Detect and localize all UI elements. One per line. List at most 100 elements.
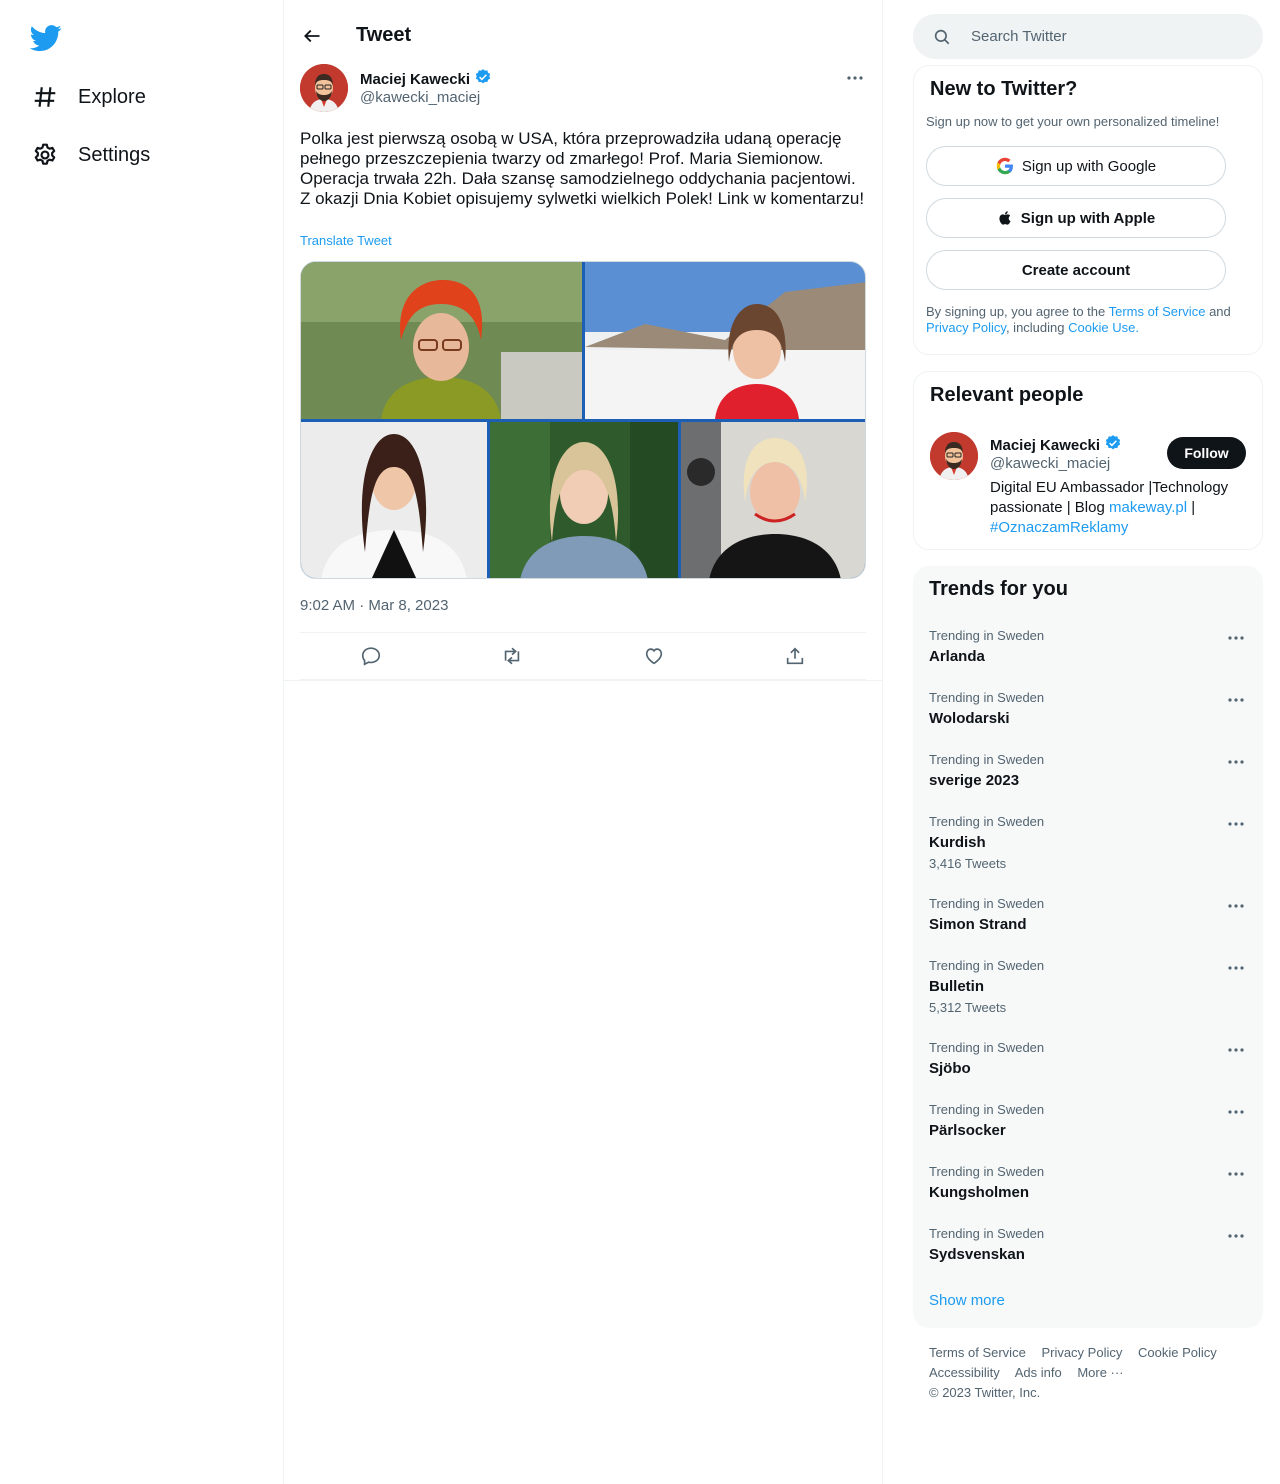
trend-more-button[interactable]: [1225, 690, 1247, 710]
arrow-left-icon: [304, 29, 320, 43]
trend-context: Trending in Sweden: [929, 690, 1045, 705]
signup-subtitle: Sign up now to get your own personalized…: [926, 114, 1220, 129]
tweet-more-button[interactable]: [844, 68, 866, 88]
tweet-actions-bar: [300, 632, 866, 680]
relevant-person-name-text: Maciej Kawecki: [990, 436, 1101, 454]
trend-context: Trending in Sweden: [929, 1164, 1045, 1179]
back-button[interactable]: [298, 22, 326, 50]
retweet-icon: [505, 647, 520, 665]
trend-name: Sjöbo: [929, 1060, 971, 1077]
photo-woman-dark-hair: [301, 422, 487, 578]
photo-woman-blonde-garden: [490, 422, 678, 578]
more-dots-icon: [1228, 1234, 1244, 1238]
trend-context: Trending in Sweden: [929, 1226, 1045, 1241]
trend-context: Trending in Sweden: [929, 814, 1045, 829]
trend-more-button[interactable]: [1225, 752, 1247, 772]
trend-context: Trending in Sweden: [929, 958, 1045, 973]
share-icon: [787, 647, 804, 665]
trend-name: Pärlsocker: [929, 1122, 1006, 1139]
relevant-person-bio: Digital EU Ambassador |Technology passio…: [990, 478, 1250, 538]
more-dots-icon: [1228, 1172, 1244, 1176]
trend-name: Kungsholmen: [929, 1184, 1029, 1201]
terms-including: , including: [1005, 320, 1065, 335]
trend-more-button[interactable]: [1225, 958, 1247, 978]
like-button[interactable]: [637, 639, 671, 673]
nav-settings[interactable]: Settings: [30, 135, 150, 175]
bio-separator: |: [1191, 499, 1196, 516]
trend-name: Sydsvenskan: [929, 1246, 1025, 1263]
trend-context: Trending in Sweden: [929, 896, 1045, 911]
author-handle[interactable]: @kawecki_maciej: [360, 89, 480, 106]
bio-hashtag[interactable]: #OznaczamReklamy: [990, 519, 1128, 536]
signup-apple-button[interactable]: Sign up with Apple: [926, 198, 1226, 238]
more-dots-icon: [847, 76, 863, 80]
cookie-use-link[interactable]: Cookie Use.: [1068, 320, 1139, 335]
more-dots-icon: [1228, 636, 1244, 640]
verified-badge-icon: [1104, 434, 1122, 456]
tweet-media-collage[interactable]: [300, 261, 866, 579]
search-icon: [933, 28, 951, 46]
more-dots-icon: [1228, 966, 1244, 970]
search-input[interactable]: [971, 28, 1231, 45]
create-account-button[interactable]: Create account: [926, 250, 1226, 290]
nav-explore[interactable]: Explore: [30, 77, 146, 117]
page-title: Tweet: [356, 24, 412, 46]
author-name-text: Maciej Kawecki: [360, 70, 471, 88]
reply-icon: [361, 647, 380, 666]
relevant-person-avatar[interactable]: [930, 432, 978, 480]
bio-link[interactable]: makeway.pl: [1109, 499, 1187, 516]
trend-more-button[interactable]: [1225, 1226, 1247, 1246]
page-header: Tweet: [284, 0, 882, 72]
reply-button[interactable]: [354, 639, 388, 673]
relevant-people-title: Relevant people: [930, 384, 1084, 406]
trend-more-button[interactable]: [1225, 1102, 1247, 1122]
trend-tweet-count: 5,312 Tweets: [929, 1000, 1007, 1015]
trend-more-button[interactable]: [1225, 1040, 1247, 1060]
trend-name: Wolodarski: [929, 710, 1010, 727]
tweet-text: Polka jest pierwszą osobą w USA, która p…: [300, 129, 865, 208]
author-avatar[interactable]: [300, 64, 348, 112]
signup-title: New to Twitter?: [930, 78, 1078, 100]
show-more-link[interactable]: Show more: [929, 1292, 1005, 1309]
trend-more-button[interactable]: [1225, 896, 1247, 916]
trend-name: Arlanda: [929, 648, 985, 665]
terms-and: and: [1209, 304, 1231, 319]
more-dots-icon: [1228, 1048, 1244, 1052]
verified-badge-icon: [474, 68, 492, 90]
share-button[interactable]: [778, 639, 812, 673]
footer-more-link[interactable]: More ···: [1077, 1365, 1123, 1380]
footer-terms-link[interactable]: Terms of Service: [929, 1345, 1026, 1360]
gear-icon: [30, 140, 60, 170]
search-box[interactable]: [913, 14, 1263, 59]
footer-accessibility-link[interactable]: Accessibility: [929, 1365, 1000, 1380]
footer-ads-link[interactable]: Ads info: [1015, 1365, 1062, 1380]
apple-icon: [997, 209, 1013, 227]
twitter-logo-icon[interactable]: [29, 22, 62, 54]
photo-woman-desert: [585, 262, 865, 419]
trend-more-button[interactable]: [1225, 628, 1247, 648]
privacy-policy-link[interactable]: Privacy Policy: [926, 320, 1006, 335]
retweet-button[interactable]: [495, 639, 529, 673]
trend-context: Trending in Sweden: [929, 628, 1045, 643]
terms-of-service-link[interactable]: Terms of Service: [1109, 304, 1206, 319]
translate-tweet-link[interactable]: Translate Tweet: [300, 233, 392, 248]
trend-name: Bulletin: [929, 978, 984, 995]
footer-cookie-link[interactable]: Cookie Policy: [1138, 1345, 1217, 1360]
footer-privacy-link[interactable]: Privacy Policy: [1041, 1345, 1122, 1360]
trend-context: Trending in Sweden: [929, 1102, 1045, 1117]
more-dots-icon: [1228, 760, 1244, 764]
follow-button[interactable]: Follow: [1167, 437, 1246, 469]
signup-google-button[interactable]: Sign up with Google: [926, 146, 1226, 186]
tweet-timestamp[interactable]: 9:02 AM · Mar 8, 2023: [300, 597, 448, 614]
nav-settings-label: Settings: [78, 143, 151, 166]
author-name[interactable]: Maciej Kawecki: [360, 68, 492, 90]
relevant-person-handle[interactable]: @kawecki_maciej: [990, 455, 1110, 472]
trend-more-button[interactable]: [1225, 1164, 1247, 1184]
trend-more-button[interactable]: [1225, 814, 1247, 834]
footer-links: Terms of Service Privacy Policy Cookie P…: [929, 1343, 1249, 1403]
trend-name: sverige 2023: [929, 772, 1020, 789]
signup-google-label: Sign up with Google: [1021, 157, 1157, 175]
relevant-person-name[interactable]: Maciej Kawecki: [990, 434, 1122, 456]
google-icon: [996, 157, 1014, 175]
trend-name: Kurdish: [929, 834, 986, 851]
